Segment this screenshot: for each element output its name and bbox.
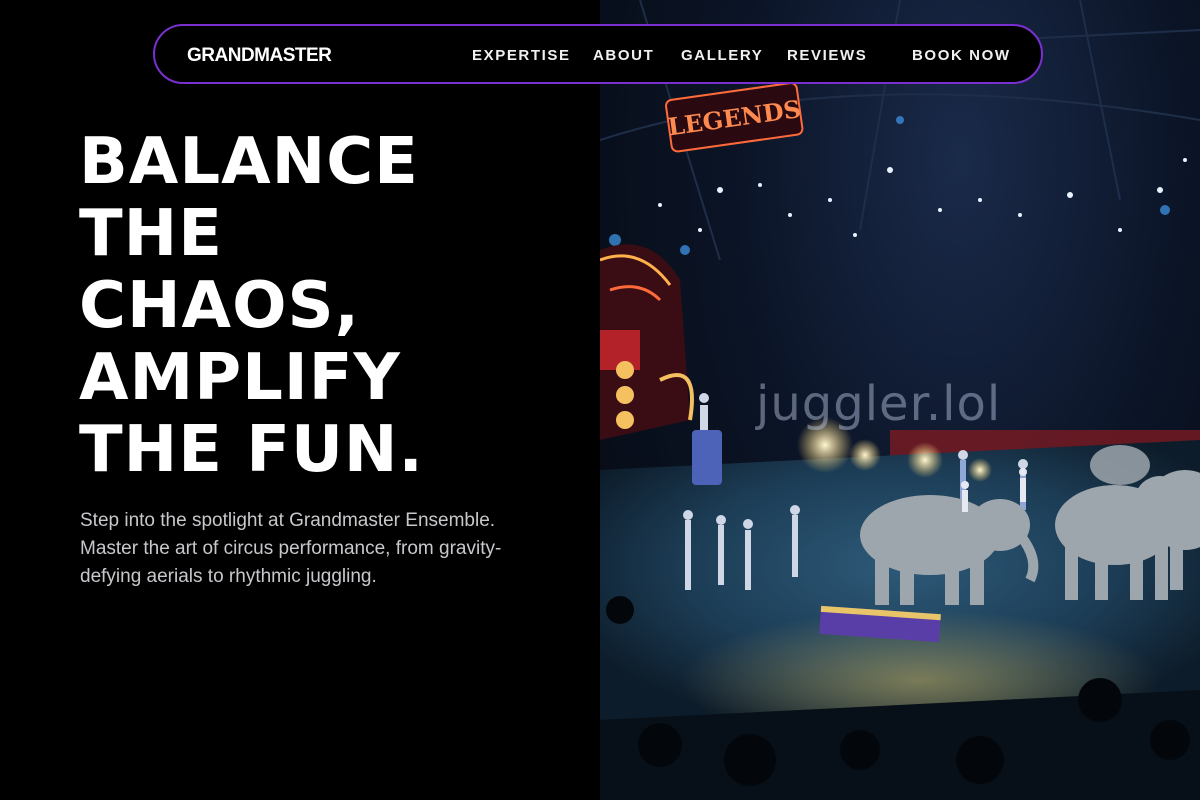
- elephant-4: [1090, 445, 1150, 485]
- top-navigation: GRANDMASTER EXPERTISE ABOUT GALLERY REVI…: [153, 24, 1043, 84]
- headline-line: CHAOS,: [79, 269, 360, 343]
- brand-logo[interactable]: GRANDMASTER: [187, 45, 332, 67]
- headline-line: BALANCE: [79, 125, 419, 199]
- nav-link-expertise[interactable]: EXPERTISE: [472, 47, 571, 64]
- headline-line: THE FUN.: [79, 413, 424, 487]
- hero-headline: BALANCE THE CHAOS, AMPLIFY THE FUN.: [79, 126, 579, 486]
- hero-subtext: Step into the spotlight at Grandmaster E…: [80, 510, 502, 587]
- nav-link-reviews[interactable]: REVIEWS: [787, 47, 867, 64]
- watermark-text: juggler.lol: [756, 376, 1002, 432]
- legends-sign: LEGENDS: [665, 82, 804, 153]
- circus-arena-image: LEGENDS juggler.lol: [600, 0, 1200, 800]
- carnival-set: [600, 244, 694, 440]
- nav-link-gallery[interactable]: GALLERY: [681, 47, 763, 64]
- headline-line: THE: [79, 197, 223, 271]
- book-now-button[interactable]: BOOK NOW: [912, 47, 1011, 64]
- headline-line: AMPLIFY: [79, 341, 401, 415]
- stadium-lights: [658, 158, 1187, 237]
- parade-float: [692, 430, 722, 485]
- page: LEGENDS juggler.lol GRANDMASTER EXPERTIS…: [0, 0, 1200, 800]
- nav-link-about[interactable]: ABOUT: [593, 47, 654, 64]
